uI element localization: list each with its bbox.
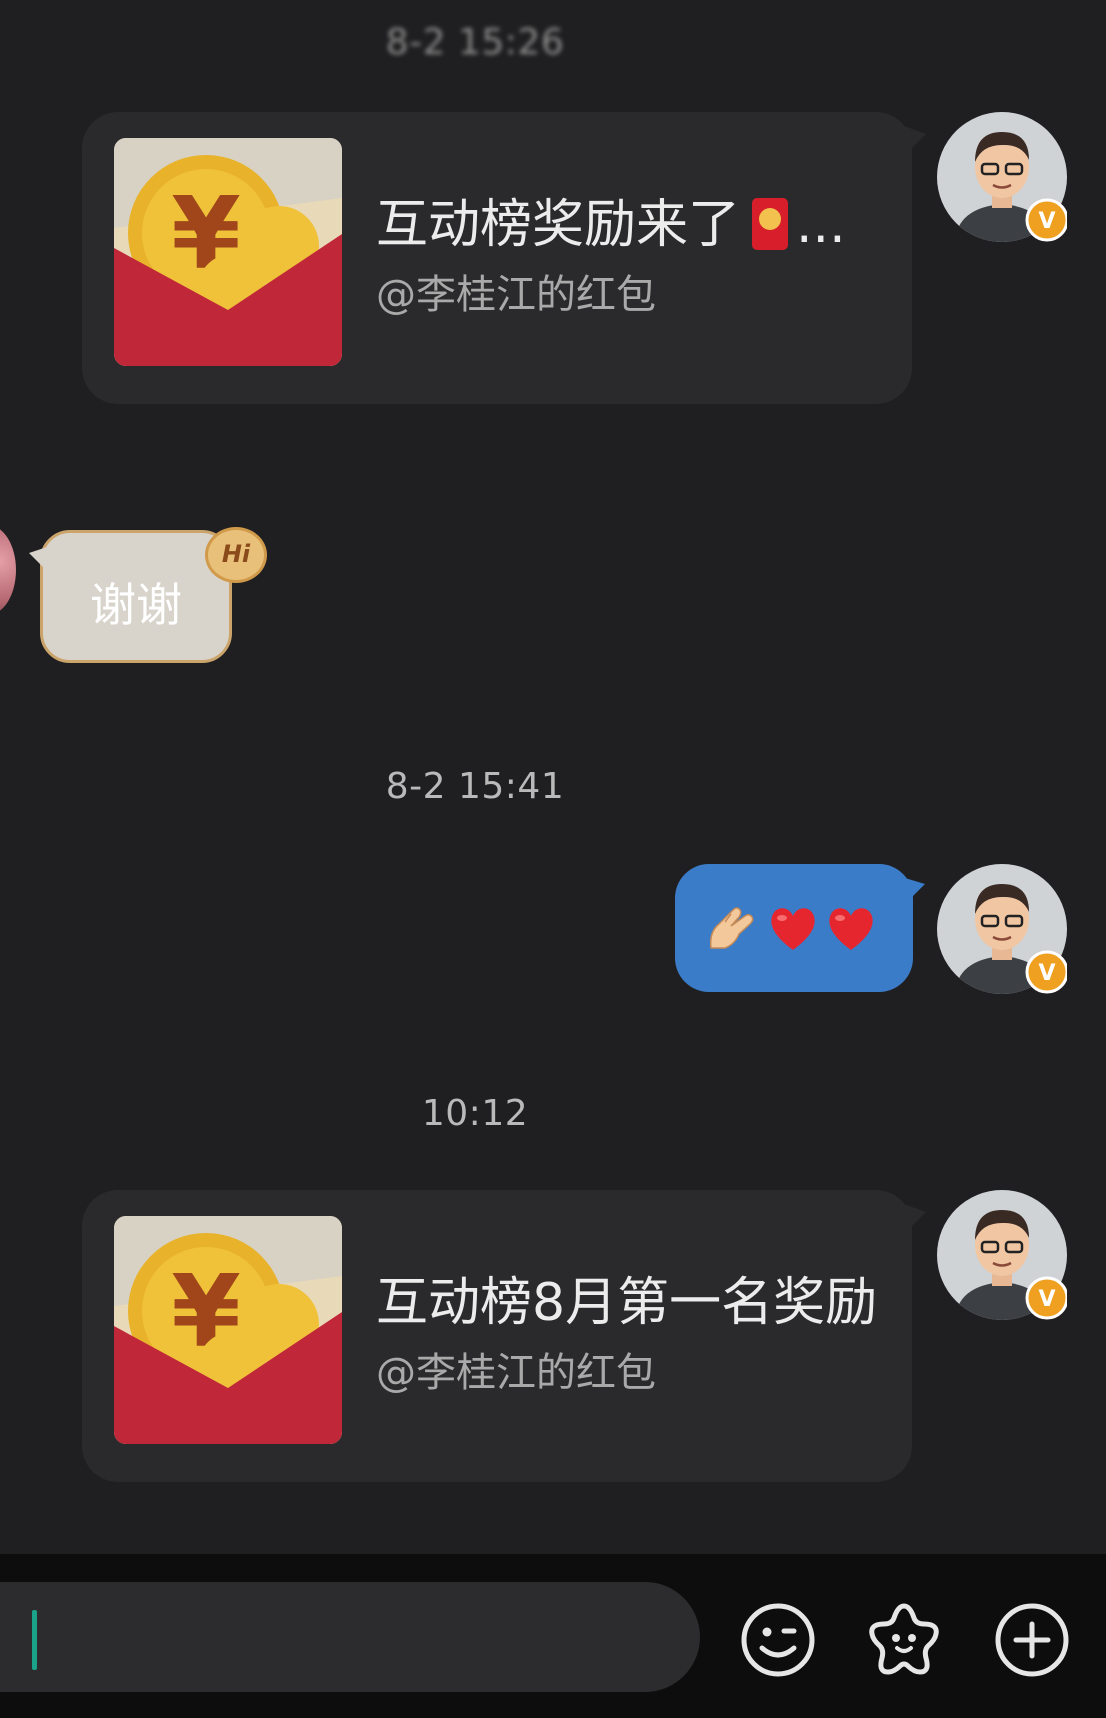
packet-title: 互动榜奖励来了...	[376, 195, 846, 255]
bubble-tail	[904, 126, 926, 156]
outgoing-message-bubble[interactable]	[675, 864, 925, 992]
emoji-icon[interactable]	[738, 1600, 818, 1680]
svg-text:V: V	[1038, 1287, 1055, 1312]
avatar[interactable]: V	[937, 112, 1067, 242]
message-text: 谢谢	[90, 578, 182, 632]
red-packet-icon: ¥	[114, 138, 342, 366]
timestamp: 8-2 15:41	[385, 766, 565, 807]
sticker-icon[interactable]	[864, 1600, 944, 1680]
avatar[interactable]: V	[937, 864, 1067, 994]
emoji-message	[705, 902, 877, 954]
packet-title: 互动榜8月第一名奖励	[376, 1273, 878, 1333]
incoming-message-bubble[interactable]: 谢谢	[29, 530, 232, 663]
red-packet-icon: ¥	[114, 1216, 342, 1444]
pinch-hand-icon	[709, 907, 754, 949]
timestamp-blurred: 8-2 15:26	[385, 22, 565, 63]
bubble-tail	[905, 878, 925, 904]
chat-area: 8-2 15:26 ¥ 互动榜奖励来了... @李桂江的红包 V 谢谢 Hi 8…	[0, 0, 1106, 1554]
message-input-bar	[0, 1554, 1106, 1718]
svg-text:V: V	[1038, 961, 1055, 986]
plus-icon[interactable]	[992, 1600, 1072, 1680]
red-packet-message-2[interactable]: ¥ 互动榜8月第一名奖励 @李桂江的红包	[82, 1190, 926, 1482]
contact-avatar[interactable]	[0, 525, 16, 615]
avatar[interactable]: V	[937, 1190, 1067, 1320]
text-cursor	[32, 1610, 37, 1670]
packet-sender: @李桂江的红包	[376, 272, 656, 318]
svg-text:V: V	[1038, 209, 1055, 234]
timestamp: 10:12	[421, 1093, 529, 1134]
bubble-tail	[904, 1204, 926, 1234]
red-heart-icon	[771, 908, 815, 950]
hi-badge-icon: Hi	[205, 527, 267, 583]
red-packet-emoji-icon	[752, 198, 789, 250]
red-packet-message-1[interactable]: ¥ 互动榜奖励来了... @李桂江的红包	[82, 112, 926, 404]
red-heart-icon	[829, 908, 873, 950]
message-input[interactable]	[0, 1582, 700, 1692]
packet-sender: @李桂江的红包	[376, 1350, 656, 1396]
bubble-tail	[29, 547, 47, 571]
